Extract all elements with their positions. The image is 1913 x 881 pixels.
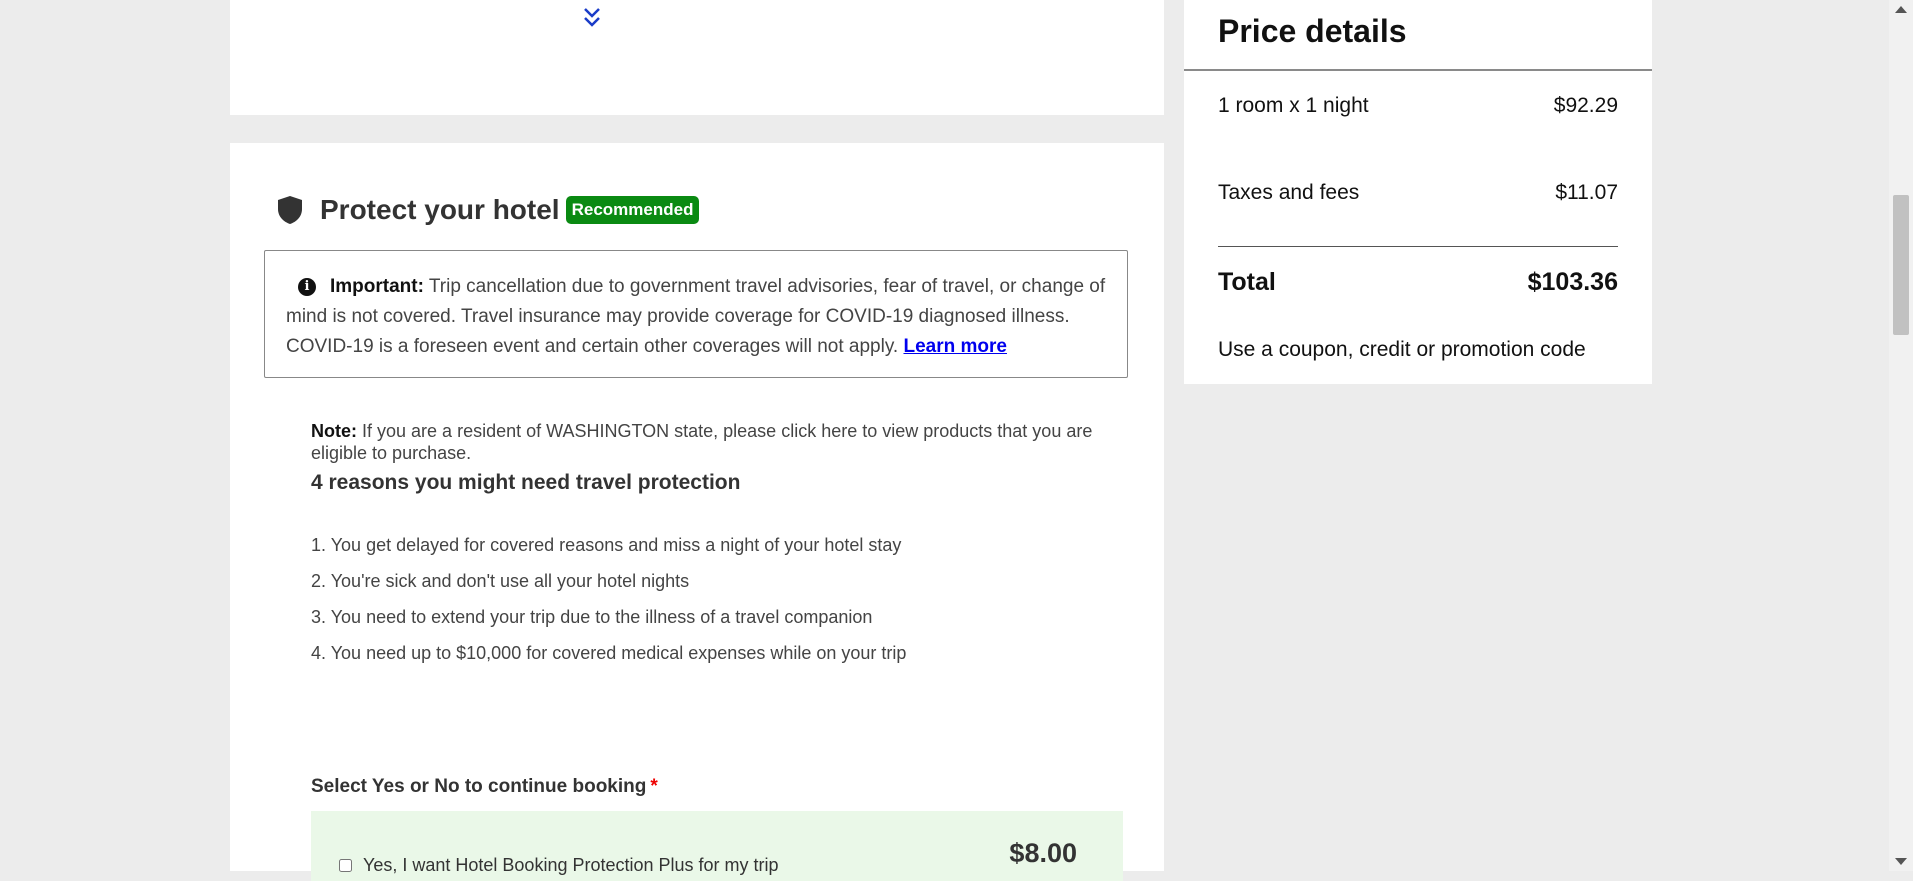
chevron-double-down-icon[interactable] [582, 6, 602, 30]
important-label: Important: [330, 276, 424, 297]
price-row-taxes: Taxes and fees $11.07 [1218, 181, 1618, 205]
reasons-list: 1. You get delayed for covered reasons a… [311, 534, 906, 678]
important-notice: i Important: Trip cancellation due to gov… [264, 250, 1128, 378]
reasons-title: 4 reasons you might need travel protecti… [311, 471, 741, 494]
scroll-down-arrow-icon[interactable] [1895, 858, 1907, 865]
protect-hotel-section: Protect your hotel Recommended i Importan… [230, 143, 1164, 881]
info-icon: i [298, 278, 316, 296]
recommended-badge: Recommended [565, 196, 700, 224]
price-row-room: 1 room x 1 night $92.29 [1218, 94, 1618, 118]
list-item: 3. You need to extend your trip due to t… [311, 607, 873, 627]
note-label: Note: [311, 421, 357, 441]
shield-icon [278, 196, 302, 224]
section-header: Protect your hotel Recommended [276, 193, 700, 227]
learn-more-link[interactable]: Learn more [903, 336, 1006, 357]
page-scrollbar[interactable] [1889, 0, 1913, 871]
price-row-label: 1 room x 1 night [1218, 94, 1369, 117]
price-divider [1184, 69, 1652, 71]
protection-yes-checkbox[interactable] [339, 859, 352, 872]
list-item: 4. You need up to $10,000 for covered me… [311, 643, 907, 663]
list-item: 1. You get delayed for covered reasons a… [311, 535, 902, 555]
price-details-title: Price details [1218, 13, 1407, 49]
select-yes-no-label: Select Yes or No to continue booking * [311, 776, 658, 798]
protection-yes-price: $8.00 [1009, 838, 1077, 868]
protection-yes-label[interactable]: Yes, I want Hotel Booking Protection Plu… [363, 855, 779, 876]
total-label: Total [1218, 268, 1276, 296]
scroll-thumb[interactable] [1893, 195, 1909, 335]
section-title: Protect your hotel [320, 194, 560, 225]
price-total-row: Total $103.36 [1218, 268, 1618, 297]
price-details-panel: Price details 1 room x 1 night $92.29 Ta… [1184, 0, 1652, 384]
total-divider [1218, 246, 1618, 247]
select-label-text: Select Yes or No to continue booking [311, 776, 647, 797]
scroll-up-arrow-icon[interactable] [1895, 6, 1907, 13]
price-row-label: Taxes and fees [1218, 181, 1360, 204]
list-item: 2. You're sick and don't use all your ho… [311, 571, 690, 591]
price-row-value: $11.07 [1555, 181, 1618, 204]
previous-section-card [230, 0, 1164, 115]
price-row-value: $92.29 [1553, 94, 1618, 117]
total-value: $103.36 [1527, 268, 1618, 296]
washington-note[interactable]: Note: If you are a resident of WASHINGTO… [311, 420, 1121, 464]
coupon-link[interactable]: Use a coupon, credit or promotion code [1218, 338, 1586, 362]
required-mark: * [650, 776, 658, 797]
note-text: If you are a resident of WASHINGTON stat… [311, 421, 1093, 463]
